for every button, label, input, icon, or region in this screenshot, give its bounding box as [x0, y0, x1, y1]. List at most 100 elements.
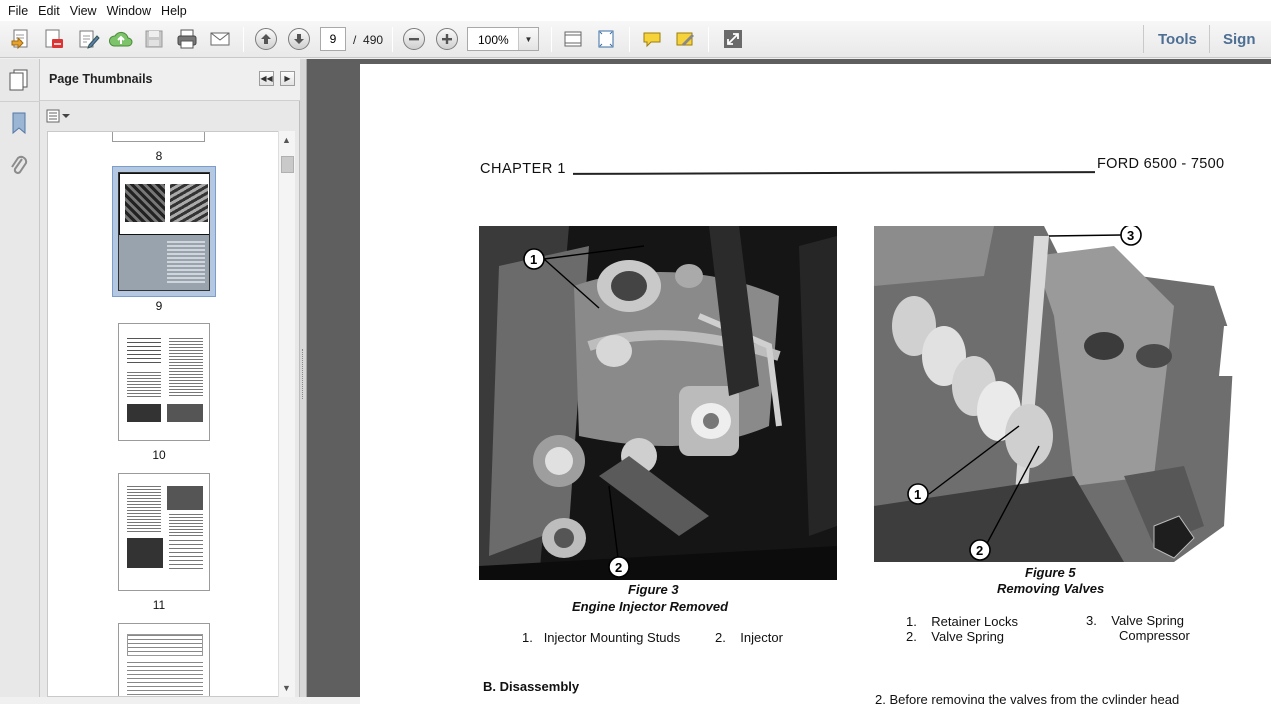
figure-5-callout-2: 2 — [976, 543, 983, 558]
figure-5-number: Figure 5 — [1025, 565, 1076, 580]
tools-button[interactable]: Tools — [1158, 31, 1197, 48]
figure-5-legend-2: 2. Valve Spring — [906, 629, 1004, 644]
rail-divider — [0, 101, 40, 102]
panel-title: Page Thumbnails — [49, 72, 153, 86]
page-count: / 490 — [353, 33, 383, 47]
scroll-down-icon[interactable]: ▼ — [282, 683, 291, 693]
zoom-in-button[interactable] — [434, 26, 460, 52]
legend-text: Injector Mounting Studs — [543, 630, 681, 645]
upload-cloud-icon[interactable] — [108, 26, 134, 52]
page-count-separator: / — [353, 33, 357, 47]
arrow-down-icon — [288, 28, 310, 50]
thumbnail-list: 8 9 10 11 — [47, 131, 288, 697]
fit-width-icon[interactable] — [560, 26, 586, 52]
highlight-icon[interactable] — [672, 26, 698, 52]
save-icon[interactable] — [141, 26, 167, 52]
toolbar-separator — [243, 27, 244, 52]
chevron-right-icon[interactable]: ▶ — [280, 71, 295, 86]
fit-page-icon[interactable] — [593, 26, 619, 52]
navigation-rail — [0, 59, 40, 697]
legend-text: Valve Spring — [931, 629, 1005, 644]
legend-text: Retainer Locks — [931, 614, 1019, 629]
thumbnail-page-8[interactable] — [112, 132, 205, 142]
figure-3-legend-1: 1. Injector Mounting Studs — [522, 630, 680, 645]
panel-splitter[interactable] — [300, 59, 307, 697]
email-icon[interactable] — [207, 26, 233, 52]
section-heading: B. Disassembly — [483, 679, 580, 694]
arrow-up-icon — [255, 28, 277, 50]
thumbnail-page-12[interactable] — [118, 623, 210, 696]
figure-5-title: Removing Valves — [997, 581, 1105, 596]
pdf-create-icon[interactable] — [41, 26, 67, 52]
previous-page-button[interactable] — [253, 26, 279, 52]
minus-icon — [403, 28, 425, 50]
menu-view[interactable]: View — [65, 4, 102, 18]
thumbnail-page-10[interactable] — [118, 323, 210, 441]
model-heading: FORD 6500 - 7500 — [1097, 156, 1225, 172]
thumbnail-options-button[interactable] — [46, 108, 72, 124]
zoom-select[interactable]: 100% ▼ — [467, 27, 539, 51]
splitter-grip — [302, 349, 304, 399]
toolbar-separator — [392, 27, 393, 52]
menu-bar: File Edit View Window Help — [0, 0, 1271, 21]
figure-3-legend-2: 2. Injector — [715, 630, 783, 645]
thumbnail-page-11[interactable] — [118, 473, 210, 591]
figure-5-callout-1: 1 — [914, 487, 921, 502]
plus-icon — [436, 28, 458, 50]
collapse-panel-button[interactable]: ◀◀ — [259, 71, 274, 86]
panel-header: Page Thumbnails ◀◀ ▶ — [40, 59, 300, 101]
header-rule — [572, 171, 1096, 175]
next-page-button[interactable] — [286, 26, 312, 52]
legend-number: 2. — [906, 629, 917, 644]
thumbnail-label: 8 — [155, 149, 163, 163]
toolbar-separator — [1209, 25, 1210, 53]
scroll-up-icon[interactable]: ▲ — [282, 135, 291, 145]
toolbar-separator — [629, 27, 630, 52]
zoom-value: 100% — [478, 33, 509, 47]
thumbnails-panel: Page Thumbnails ◀◀ ▶ 8 9 10 11 ▲ ▼ — [40, 59, 300, 697]
print-icon[interactable] — [174, 26, 200, 52]
sign-button[interactable]: Sign — [1223, 31, 1256, 48]
page-number-input[interactable]: 9 — [320, 27, 346, 51]
comment-icon[interactable] — [639, 26, 665, 52]
menu-help[interactable]: Help — [156, 4, 192, 18]
edit-pdf-icon[interactable] — [75, 26, 101, 52]
scrollbar-thumb[interactable] — [281, 156, 294, 173]
zoom-out-button[interactable] — [401, 26, 427, 52]
thumb-viewport-frame — [119, 173, 209, 235]
menu-window[interactable]: Window — [102, 4, 156, 18]
chevron-down-icon[interactable]: ▼ — [518, 28, 538, 50]
toolbar-separator — [708, 27, 709, 52]
toolbar-separator — [551, 27, 552, 52]
thumbnail-label: 11 — [152, 598, 166, 612]
thumbnail-scrollbar[interactable]: ▲ ▼ — [278, 131, 295, 697]
body-text-cut: 2. Before removing the valves from the c… — [875, 692, 1180, 704]
document-viewer[interactable]: CHAPTER 1 FORD 6500 - 7500 1 2 Figure 3 … — [307, 59, 1271, 704]
toolbar-separator — [1143, 25, 1144, 53]
figure-3-callout-1: 1 — [530, 252, 537, 267]
toolbar — [0, 21, 1271, 58]
bookmark-icon[interactable] — [10, 111, 28, 138]
figure-5-photo: 1 2 3 — [874, 226, 1236, 562]
legend-text: Valve Spring — [1111, 613, 1185, 628]
figure-5-legend-4: Compressor — [1119, 628, 1190, 643]
menu-file[interactable]: File — [3, 4, 33, 18]
thumbnail-page-9[interactable] — [118, 172, 210, 291]
figure-3-callout-2: 2 — [615, 560, 622, 575]
figure-5-legend-1: 1. Retainer Locks — [906, 614, 1018, 629]
legend-number: 1. — [522, 630, 533, 645]
full-screen-icon[interactable] — [720, 26, 746, 52]
figure-3-number: Figure 3 — [628, 582, 679, 597]
create-icon[interactable] — [8, 26, 34, 52]
menu-edit[interactable]: Edit — [33, 4, 65, 18]
chapter-heading: CHAPTER 1 — [480, 161, 566, 177]
page-thumbnails-icon[interactable] — [8, 68, 30, 95]
figure-3-photo: 1 2 — [479, 226, 837, 580]
page-total: 490 — [363, 33, 384, 47]
figure-5-legend-3: 3. Valve Spring — [1086, 613, 1184, 628]
attachment-icon[interactable] — [9, 153, 29, 182]
figure-5-callout-3: 3 — [1127, 228, 1134, 243]
legend-number: 2. — [715, 630, 726, 645]
thumbnail-label: 10 — [152, 448, 166, 462]
legend-number: 1. — [906, 614, 917, 629]
